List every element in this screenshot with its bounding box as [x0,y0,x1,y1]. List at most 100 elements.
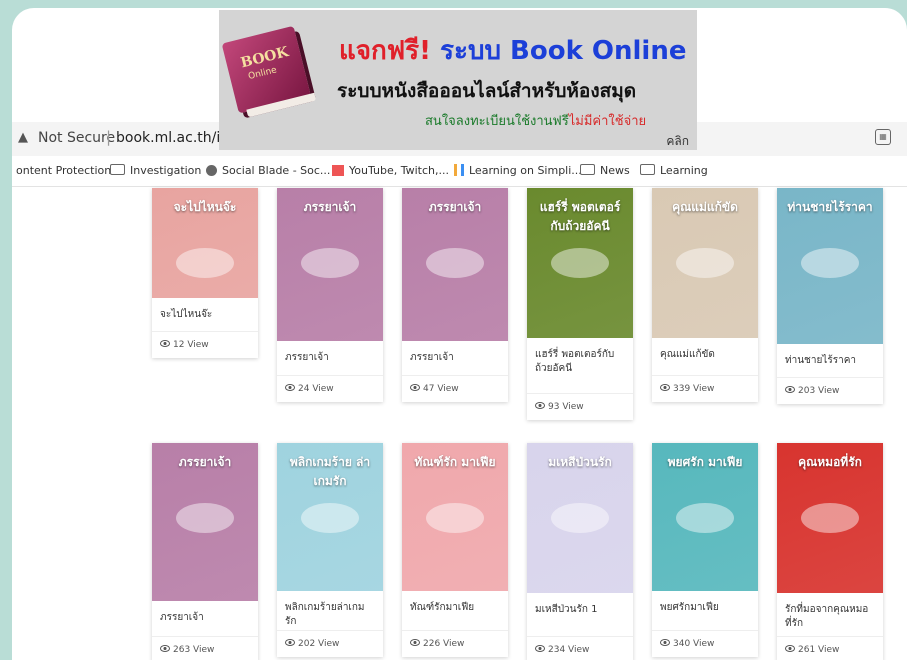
cover-art [301,248,359,278]
book-cover-title: คุณแม่แก้ขัด [672,200,738,214]
cover-art [426,503,484,533]
book-cover[interactable]: แฮร์รี่ พอตเตอร์กับถ้วยอัคนี [527,188,633,338]
cover-art [551,248,609,278]
book-card[interactable]: ภรรยาเจ้า ภรรยาเจ้า 47 View [402,188,508,402]
not-secure-label[interactable]: Not Secure [38,130,115,146]
book-cover[interactable]: จะไปไหนจ๊ะ [152,188,258,298]
view-count: 93 View [527,393,633,420]
book-card[interactable]: ภรรยาเจ้า ภรรยาเจ้า 24 View [277,188,383,402]
bookmark-learning-simplilearn[interactable]: Learning on Simpli... [454,164,582,177]
globe-icon [206,165,217,176]
view-count: 203 View [777,377,883,404]
book-title[interactable]: พยศรักมาเฟีย [652,591,758,615]
book-card[interactable]: ภรรยาเจ้า ภรรยาเจ้า 263 View [152,443,258,660]
bookmark-label: News [600,164,630,177]
eye-icon [535,402,545,409]
cover-art [801,248,859,278]
book-cover[interactable]: พยศรัก มาเฟีย [652,443,758,591]
banner-click-link[interactable]: คลิก [666,132,689,151]
book-title[interactable]: ภรรยาเจ้า [402,341,508,365]
cover-art [426,248,484,278]
bookmark-news[interactable]: News [580,164,630,177]
book-cover[interactable]: คุณหมอที่รัก [777,443,883,593]
translate-icon[interactable]: ▦ [875,129,891,145]
bookmark-investigation[interactable]: Investigation [110,164,201,177]
bookmark-label: Social Blade - Soc... [222,164,331,177]
warning-icon: ▲ [18,130,28,145]
bookmark-youtube-twitch[interactable]: YouTube, Twitch,... [332,164,449,177]
view-count-text: 261 View [798,645,840,655]
view-count: 202 View [277,630,383,657]
view-count-text: 93 View [548,402,584,412]
book-title[interactable]: รักที่มอจากคุณหมอที่รัก [777,593,883,631]
book-title[interactable]: ภรรยาเจ้า [277,341,383,365]
view-count-text: 203 View [798,386,840,396]
book-card[interactable]: คุณแม่แก้ขัด คุณแม่แก้ขัด 339 View [652,188,758,402]
book-card[interactable]: มเหสีป่วนรัก มเหสีป่วนรัก 1 234 View [527,443,633,660]
view-count-text: 47 View [423,384,459,394]
view-count-text: 234 View [548,645,590,655]
folder-icon [640,164,655,175]
book-cover-title: จะไปไหนจ๊ะ [173,200,237,214]
bookmark-content-protection[interactable]: ontent Protection [16,164,111,177]
banner-system-text: ระบบ Book Online [440,36,687,66]
book-card[interactable]: พยศรัก มาเฟีย พยศรักมาเฟีย 340 View [652,443,758,657]
view-count-text: 12 View [173,340,209,350]
book-title[interactable]: คุณแม่แก้ขัด [652,338,758,362]
book-title[interactable]: ทัณฑ์รักมาเฟีย [402,591,508,615]
banner-register-text: สนใจลงทะเบียนใช้งานฟรีไม่มีค่าใช้จ่าย [425,114,647,129]
promo-banner[interactable]: BOOK Online แจกฟรี! ระบบ Book Online ระบบ… [219,10,697,150]
eye-icon [535,645,545,652]
cover-art [801,503,859,533]
view-count: 261 View [777,636,883,660]
folder-icon [580,164,595,175]
book-cover[interactable]: พลิกเกมร้าย ล่าเกมรัก [277,443,383,591]
eye-icon [285,384,295,391]
book-title[interactable]: จะไปไหนจ๊ะ [152,298,258,322]
address-separator: | [106,128,112,146]
book-cover-title: แฮร์รี่ พอตเตอร์กับถ้วยอัคนี [539,200,621,233]
cover-art [676,248,734,278]
bookmark-label: Learning on Simpli... [469,164,582,177]
book-title[interactable]: ภรรยาเจ้า [152,601,258,625]
book-title[interactable]: พลิกเกมร้ายล่าเกมรัก [277,591,383,629]
book-cover-title: ท่านชายไร้ราคา [787,200,873,214]
bookmark-social-blade[interactable]: Social Blade - Soc... [206,164,330,177]
eye-icon [285,639,295,646]
book-card[interactable]: ทัณฑ์รัก มาเฟีย ทัณฑ์รักมาเฟีย 226 View [402,443,508,657]
book-cover[interactable]: ภรรยาเจ้า [402,188,508,341]
book-title[interactable]: แฮร์รี่ พอตเตอร์กับถ้วยอัคนี [527,338,633,376]
chart-icon [332,165,344,176]
book-card[interactable]: ท่านชายไร้ราคา ท่านชายไร้ราคา 203 View [777,188,883,404]
book-cover-title: พยศรัก มาเฟีย [667,455,743,469]
book-cover-title: พลิกเกมร้าย ล่าเกมรัก [289,455,371,488]
book-card[interactable]: พลิกเกมร้าย ล่าเกมรักพลิกเกมร้ายล่าเกมรั… [277,443,383,657]
book-cover[interactable]: ทัณฑ์รัก มาเฟีย [402,443,508,591]
book-cover-title: ภรรยาเจ้า [428,200,482,214]
bookmarks-bar: ontent Protection Investigation Social B… [12,156,907,187]
eye-icon [160,645,170,652]
book-cover[interactable]: ท่านชายไร้ราคา [777,188,883,344]
book-title[interactable]: ท่านชายไร้ราคา [777,344,883,368]
book-cover[interactable]: ภรรยาเจ้า [277,188,383,341]
simplilearn-icon [454,164,464,176]
book-title[interactable]: มเหสีป่วนรัก 1 [527,593,633,617]
book-cover[interactable]: คุณแม่แก้ขัด [652,188,758,338]
cover-art [176,248,234,278]
view-count: 24 View [277,375,383,402]
view-count-text: 24 View [298,384,334,394]
banner-free-text: แจกฟรี! [339,36,431,66]
cover-art [676,503,734,533]
eye-icon [410,384,420,391]
bookmark-label: ontent Protection [16,164,112,177]
view-count-text: 226 View [423,639,465,649]
view-count: 226 View [402,630,508,657]
book-cover[interactable]: ภรรยาเจ้า [152,443,258,601]
book-card[interactable]: แฮร์รี่ พอตเตอร์กับถ้วยอัคนีแฮร์รี่ พอตเ… [527,188,633,420]
book-card[interactable]: คุณหมอที่รัก รักที่มอจากคุณหมอที่รัก 261 V… [777,443,883,660]
book-card[interactable]: จะไปไหนจ๊ะ จะไปไหนจ๊ะ 12 View [152,188,258,358]
bookmark-learning[interactable]: Learning [640,164,708,177]
book-cover-title: ภรรยาเจ้า [303,200,357,214]
book-cover[interactable]: มเหสีป่วนรัก [527,443,633,593]
view-count: 263 View [152,636,258,660]
